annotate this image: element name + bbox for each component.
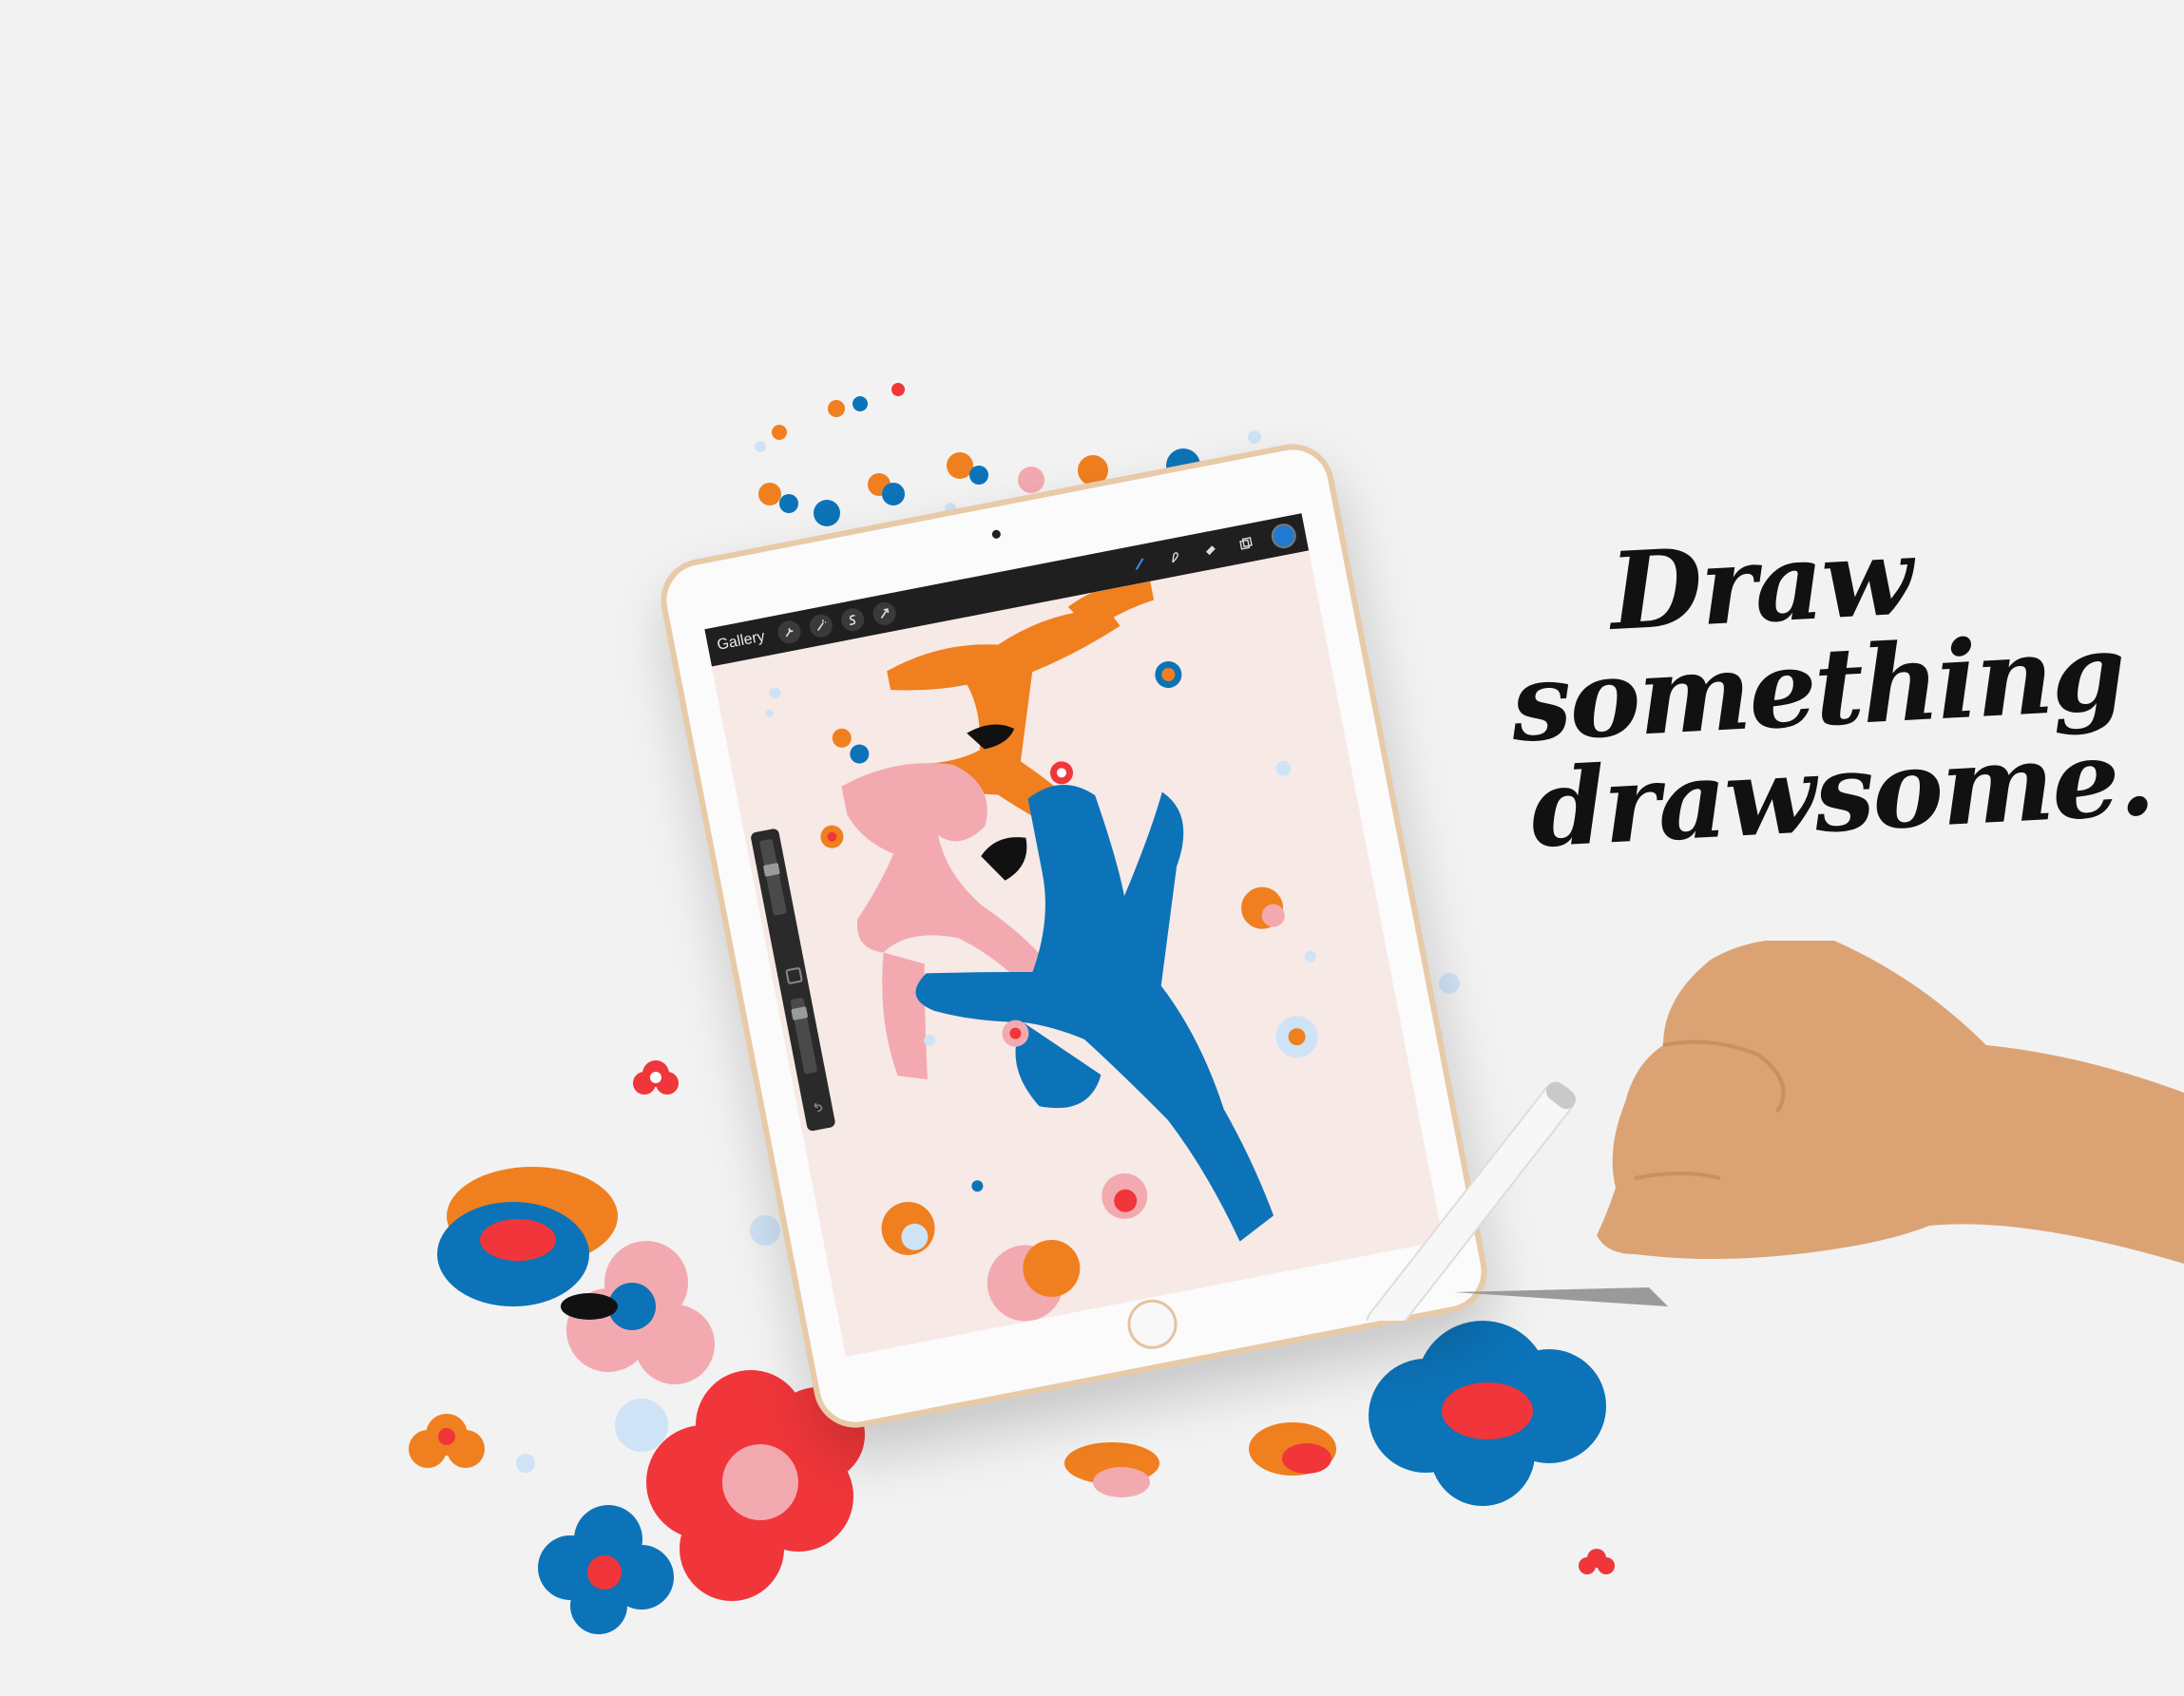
color-picker[interactable] <box>1269 521 1298 551</box>
layers-icon[interactable] <box>1232 530 1258 557</box>
flower-small-orange-left <box>409 1414 485 1468</box>
marketing-stage: Draw something drawsome. Gallery <box>0 0 2184 1696</box>
brush-icon[interactable] <box>1126 551 1153 578</box>
opacity-thumb[interactable] <box>791 1006 809 1021</box>
undo-icon[interactable] <box>810 1100 825 1115</box>
hand-with-pencil-illustration <box>1366 941 2184 1321</box>
headline-line-3: drawsome. <box>1527 715 2156 872</box>
eraser-icon[interactable] <box>1197 537 1223 563</box>
magic-wand-icon[interactable] <box>807 612 834 639</box>
flower-left-orange-cap <box>437 1167 618 1306</box>
flower-bottom-center-orange <box>1064 1422 1336 1497</box>
arrow-cursor-icon[interactable] <box>871 600 898 627</box>
headline: Draw something drawsome. <box>1494 514 2156 872</box>
gallery-button[interactable]: Gallery <box>716 628 766 654</box>
flower-right-bottom-blue <box>1369 1321 1606 1506</box>
flower-left-blue <box>538 1505 674 1634</box>
flower-left-pink <box>561 1241 715 1384</box>
brush-size-thumb[interactable] <box>762 863 780 877</box>
selection-s-icon[interactable] <box>838 606 867 634</box>
flower-small-red-left <box>633 1060 679 1095</box>
modify-button[interactable] <box>785 966 803 985</box>
smudge-icon[interactable] <box>1161 543 1188 570</box>
wrench-icon[interactable] <box>776 619 803 646</box>
flower-small-red-bottom-right <box>1579 1549 1615 1574</box>
